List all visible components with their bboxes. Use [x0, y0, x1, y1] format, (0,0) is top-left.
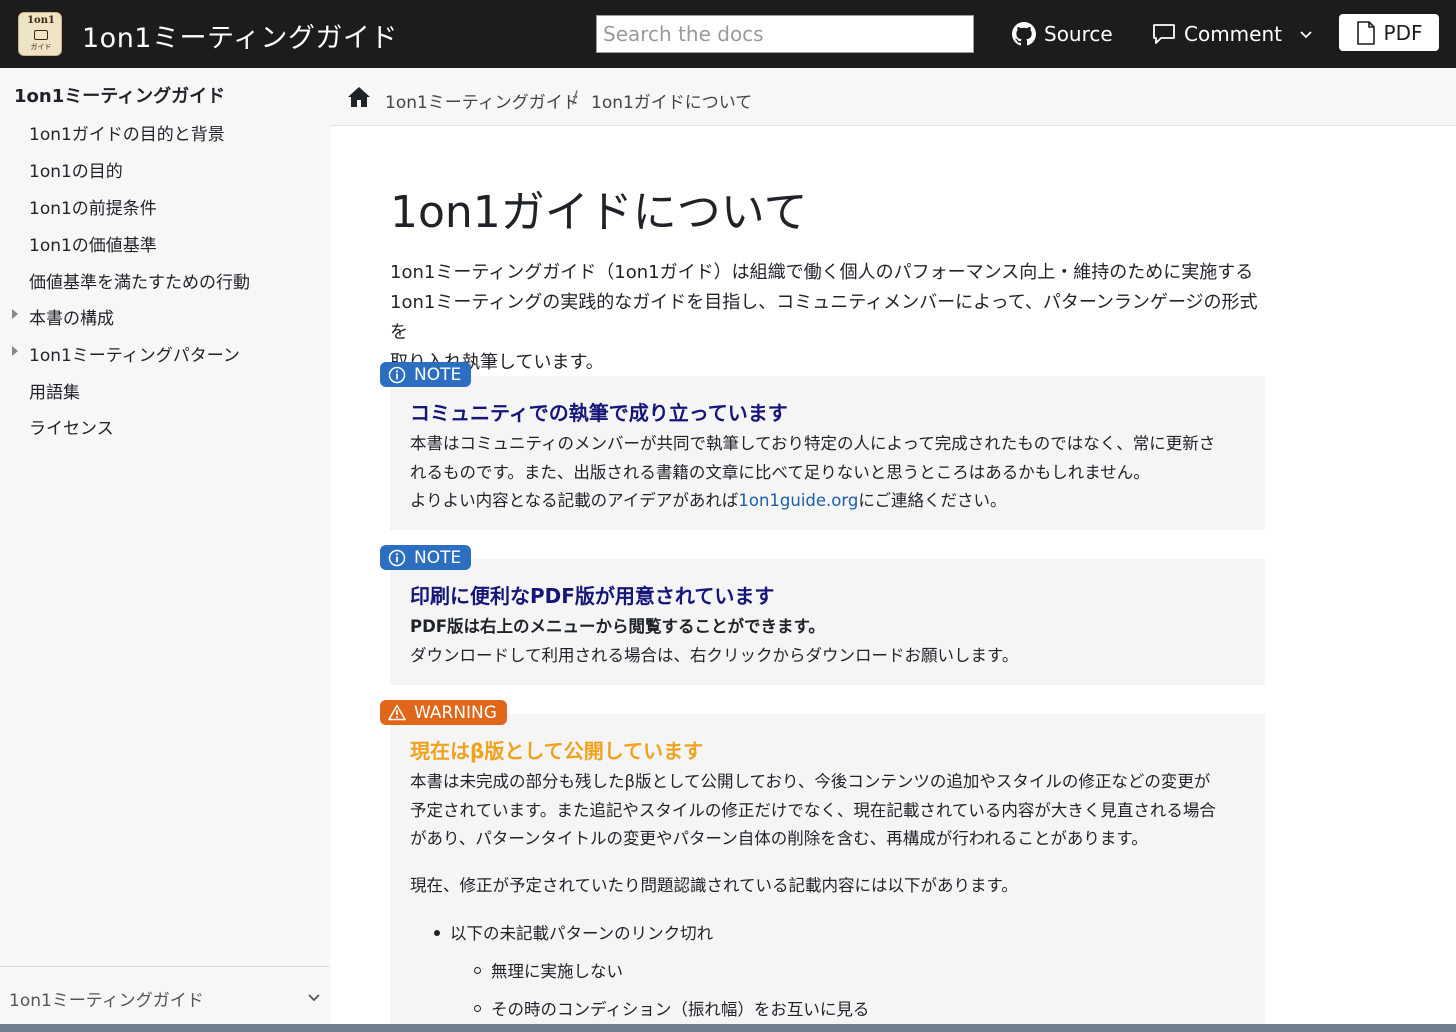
body-line: があり、パターンタイトルの変更やパターン自体の削除を含む、再構成が行われることが… [410, 829, 1148, 848]
logo-text-top: 1on1 [27, 15, 55, 26]
list-item: 以下の未記載パターンのリンク切れ [434, 920, 713, 944]
list-item-text: 無理に実施しない [491, 962, 623, 981]
sidebar-heading[interactable]: 1on1ミーティングガイド [14, 82, 225, 108]
badge-label: NOTE [414, 364, 462, 385]
body-line: ダウンロードして利用される場合は、右クリックからダウンロードお願いします。 [410, 645, 1019, 665]
badge-label: NOTE [414, 547, 462, 568]
chevron-down-icon [308, 994, 320, 1002]
info-icon [388, 549, 406, 566]
version-selector-label: 1on1ミーティングガイド [9, 991, 204, 1011]
logo-text-bottom: ガイド [30, 43, 52, 51]
sidebar-item-purpose-background[interactable]: 1on1ガイドの目的と背景 [29, 120, 225, 145]
admonition-body: PDF版は右上のメニューから閲覧することができます。 ダウンロードして利用される… [410, 613, 1250, 670]
badge-label: WARNING [414, 702, 497, 723]
chevron-down-icon [1300, 31, 1312, 39]
list-item: 無理に実施しない [474, 958, 623, 982]
sidebar-item-purpose[interactable]: 1on1の目的 [29, 157, 123, 182]
intro-line: 取り入れ執筆しています。 [390, 352, 604, 373]
note-admonition-pdf: 印刷に便利なPDF版が用意されています PDF版は右上のメニューから閲覧すること… [390, 559, 1265, 685]
pdf-label: PDF [1383, 20, 1423, 45]
body-line: 本書はコミュニティのメンバーが共同で執筆しており特定の人によって完成されたもので… [410, 434, 1216, 453]
site-logo[interactable]: 1on1 ガイド [18, 12, 62, 56]
comment-icon [1153, 24, 1175, 44]
list-item-text: その時のコンディション（振れ幅）をお互いに見る [491, 1000, 870, 1019]
source-link[interactable]: Source [1012, 20, 1113, 48]
body-line: 本書は未完成の部分も残したβ版として公開しており、今後コンテンツの追加やスタイル… [410, 772, 1211, 791]
sidebar-item-structure[interactable]: 本書の構成 [29, 304, 114, 329]
intro-line: 1on1ミーティングの実践的なガイドを目指し、コミュニティメンバーによって、パタ… [390, 292, 1258, 343]
list-item: その時のコンディション（振れ幅）をお互いに見る [474, 996, 869, 1020]
admonition-title: 現在はβ版として公開しています [410, 739, 704, 763]
bullet-circle [474, 1005, 481, 1012]
note-admonition-community: コミュニティでの執筆で成り立っています 本書はコミュニティのメンバーが共同で執筆… [390, 376, 1265, 530]
source-label: Source [1044, 22, 1113, 46]
book-icon [34, 30, 48, 40]
bullet-circle [474, 967, 481, 974]
body-line: よりよい内容となる記載のアイデアがあれば1on1guide.orgにご連絡くださ… [410, 487, 1250, 516]
sidebar-item-values[interactable]: 1on1の価値基準 [29, 231, 157, 256]
search-input[interactable] [596, 15, 974, 53]
breadcrumb-item-guide[interactable]: 1on1ミーティングガイド [385, 88, 580, 113]
body-line: 現在、修正が予定されていたり問題認識されている記載内容には以下があります。 [410, 876, 1018, 895]
comment-label: Comment [1184, 22, 1282, 46]
body-line: PDF版は右上のメニューから閲覧することができます。 [410, 617, 825, 636]
warning-admonition-beta: 現在はβ版として公開しています 本書は未完成の部分も残したβ版として公開しており… [390, 714, 1265, 1032]
warning-triangle-icon [388, 704, 406, 721]
expand-caret-icon[interactable] [12, 309, 18, 319]
info-icon [388, 366, 406, 383]
note-badge: NOTE [380, 545, 472, 570]
admonition-title: コミュニティでの執筆で成り立っています [410, 401, 788, 425]
sidebar-item-license[interactable]: ライセンス [29, 414, 114, 439]
page-title: 1on1ガイドについて [390, 187, 808, 238]
intro-paragraph: 1on1ミーティングガイド（1on1ガイド）は組織で働く個人のパフォーマンス向上… [390, 258, 1270, 378]
note-badge: NOTE [380, 362, 472, 387]
intro-line: 1on1ミーティングガイド（1on1ガイド）は組織で働く個人のパフォーマンス向上… [390, 262, 1254, 283]
list-item-text: 以下の未記載パターンのリンク切れ [450, 924, 714, 943]
admonition-body: 本書は未完成の部分も残したβ版として公開しており、今後コンテンツの追加やスタイル… [410, 768, 1250, 854]
sidebar-item-prerequisites[interactable]: 1on1の前提条件 [29, 194, 157, 219]
sidebar-item-actions[interactable]: 価値基準を満たすための行動 [29, 268, 250, 293]
admonition-body: 本書はコミュニティのメンバーが共同で執筆しており特定の人によって完成されたもので… [410, 430, 1250, 516]
window-bottom-edge [0, 1024, 1456, 1032]
version-selector[interactable]: 1on1ミーティングガイド [0, 966, 330, 1032]
body-line: れるものです。また、出版される書籍の文章に比べて足りないと思うところはあるかもし… [410, 462, 1150, 482]
github-icon [1012, 22, 1036, 46]
admonition-title: 印刷に便利なPDF版が用意されています [410, 584, 775, 608]
body-text: よりよい内容となる記載のアイデアがあれば [410, 491, 739, 510]
home-icon[interactable] [347, 85, 371, 109]
comment-dropdown[interactable]: Comment [1152, 20, 1314, 48]
guide-link[interactable]: 1on1guide.org [738, 491, 858, 510]
breadcrumb-separator: / [572, 88, 578, 108]
sidebar-item-glossary[interactable]: 用語集 [29, 378, 80, 403]
bullet-dot [434, 929, 440, 936]
pdf-file-icon [1356, 20, 1375, 45]
body-text: にご連絡ください。 [858, 491, 1007, 510]
breadcrumb-item-current: 1on1ガイドについて [591, 93, 753, 113]
body-line: 予定されています。また追記やスタイルの修正だけでなく、現在記載されている内容が大… [410, 800, 1216, 820]
sidebar: 1on1ミーティングガイド 1on1ガイドの目的と背景 1on1の目的 1on1… [0, 68, 330, 1032]
warning-badge: WARNING [380, 700, 507, 725]
expand-caret-icon[interactable] [12, 346, 18, 356]
top-navbar: 1on1 ガイド 1on1ミーティングガイド Source Comment PD… [0, 0, 1456, 68]
site-title[interactable]: 1on1ミーティングガイド [82, 16, 398, 55]
pdf-button[interactable]: PDF [1339, 14, 1439, 51]
sidebar-item-patterns[interactable]: 1on1ミーティングパターン [29, 341, 240, 366]
